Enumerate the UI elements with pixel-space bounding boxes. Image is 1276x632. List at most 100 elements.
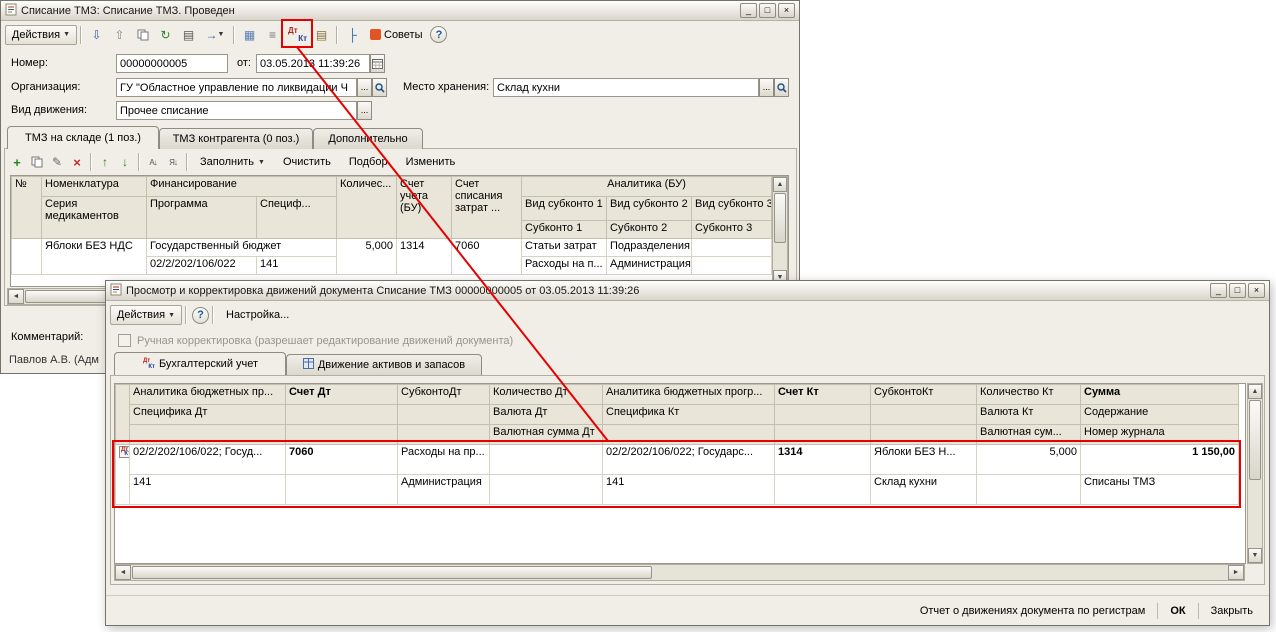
post-icon[interactable]: ⇩ [85,25,108,45]
cell-subkonto2[interactable]: Администрация [607,257,692,275]
print-icon[interactable]: ▤ [177,25,200,45]
vertical-scrollbar[interactable]: ▲ ▼ [772,176,788,286]
cell[interactable] [977,475,1081,505]
actions-button[interactable]: Действия▼ [5,25,77,45]
pick-button[interactable]: Подбор [340,152,397,172]
report-button[interactable]: Отчет о движениях документа по регистрам [912,601,1154,621]
cell-subkonto-type1[interactable]: Статьи затрат [522,239,607,257]
tab-tmz-counterparty[interactable]: ТМЗ контрагента (0 поз.) [159,128,313,149]
copy-icon[interactable] [131,25,154,45]
cell-quantity-kt[interactable]: 5,000 [977,445,1081,475]
cell-subkonto-dt2[interactable]: Администрация [398,475,490,505]
scroll-up-icon[interactable]: ▲ [1248,384,1262,399]
storage-input[interactable]: Склад кухни [493,78,759,97]
go-icon[interactable]: →▼ [200,25,230,45]
organization-select-button[interactable]: ... [357,78,372,97]
tab-accounting[interactable]: ДтКт Бухгалтерский учет [114,352,286,375]
scroll-up-icon[interactable]: ▲ [773,177,787,192]
copy-row-icon[interactable] [27,152,47,172]
unpost-icon[interactable]: ⇧ [108,25,131,45]
cell[interactable] [286,475,398,505]
cell-sum[interactable]: 1 150,00 [1081,445,1239,475]
calendar-button[interactable] [370,54,385,73]
movement-kind-input[interactable]: Прочее списание [116,101,357,120]
row-selector[interactable]: 1 [12,239,42,275]
cell-quantity-dt[interactable] [490,445,603,475]
settings-button[interactable]: Настройка... [217,305,298,325]
clear-button[interactable]: Очистить [274,152,340,172]
refresh-icon[interactable]: ↻ [154,25,177,45]
fill-button[interactable]: Заполнить▼ [191,152,274,172]
scroll-left-icon[interactable]: ◄ [8,289,24,304]
cell-nomenclature[interactable]: Яблоки БЕЗ НДС [42,239,147,275]
scroll-right-icon[interactable]: ► [1228,565,1244,580]
cell-subkonto1[interactable]: Расходы на п... [522,257,607,275]
cell-subkonto-dt[interactable]: Расходы на пр... [398,445,490,475]
help-icon[interactable]: ? [430,26,447,43]
cell-analytics-dt[interactable]: 02/2/202/106/022; Госуд... [130,445,286,475]
cell-subkonto-type3[interactable] [692,239,772,257]
minimize-button[interactable]: _ [740,3,757,18]
vertical-scrollbar[interactable]: ▲ ▼ [1247,383,1263,564]
scroll-left-icon[interactable]: ◄ [115,565,131,580]
advice-button[interactable]: Советы [364,25,428,45]
close-button[interactable]: × [778,3,795,18]
sort-desc-icon[interactable]: Я↓ [163,152,183,172]
maximize-button[interactable]: □ [759,3,776,18]
cell-subkonto3[interactable] [692,257,772,275]
edit-row-icon[interactable]: ✎ [47,152,67,172]
cell-subkonto-kt[interactable]: Яблоки БЕЗ Н... [871,445,977,475]
cell[interactable] [775,475,871,505]
move-up-icon[interactable]: ↑ [95,152,115,172]
cell-quantity[interactable]: 5,000 [337,239,397,275]
cell-subkonto-kt2[interactable]: Склад кухни [871,475,977,505]
sort-asc-icon[interactable]: А↓ [143,152,163,172]
cell-account-dt[interactable]: 7060 [286,445,398,475]
main-titlebar[interactable]: Списание ТМЗ: Списание ТМЗ. Проведен _ □… [1,1,799,21]
storage-select-button[interactable]: ... [759,78,774,97]
cell-writeoff-account[interactable]: 7060 [452,239,522,275]
movement-kind-select-button[interactable]: ... [357,101,372,120]
number-input[interactable]: 00000000005 [116,54,228,73]
structure-icon[interactable]: ▦ [238,25,261,45]
minimize-button[interactable]: _ [1210,283,1227,298]
organization-open-icon[interactable] [372,78,387,97]
cell-specifics[interactable]: 141 [257,257,337,275]
move-down-icon[interactable]: ↓ [115,152,135,172]
cell-content[interactable]: Списаны ТМЗ [1081,475,1239,505]
storage-open-icon[interactable] [774,78,789,97]
tab-additional[interactable]: Дополнительно [313,128,423,149]
cell-subkonto-type2[interactable]: Подразделения [607,239,692,257]
date-input[interactable]: 03.05.2013 11:39:26 [256,54,370,73]
delete-row-icon[interactable]: × [67,152,87,172]
cell-program[interactable]: 02/2/202/106/022 [147,257,257,275]
subordination-icon[interactable]: ├ [341,25,364,45]
cell-analytics-kt[interactable]: 02/2/202/106/022; Государс... [603,445,775,475]
change-button[interactable]: Изменить [397,152,465,172]
cell-specifics-dt[interactable]: 141 [130,475,286,505]
cell[interactable] [490,475,603,505]
cell-account-kt[interactable]: 1314 [775,445,871,475]
movements-grid-area: Аналитика бюджетных пр... Счет Дт Субкон… [114,383,1246,564]
ok-button[interactable]: ОК [1162,601,1193,621]
help-icon[interactable]: ? [192,307,209,324]
tab-asset-movement[interactable]: Движение активов и запасов [286,354,482,375]
dtkt-button[interactable]: ДтКт [284,25,310,45]
actions-button[interactable]: Действия▼ [110,305,182,325]
tab-tmz-warehouse[interactable]: ТМЗ на складе (1 поз.) [7,126,159,149]
cell-financing[interactable]: Государственный бюджет [147,239,337,257]
maximize-button[interactable]: □ [1229,283,1246,298]
add-row-icon[interactable]: + [7,152,27,172]
close-button[interactable]: × [1248,283,1265,298]
movements-titlebar[interactable]: Просмотр и корректировка движений докуме… [106,281,1269,301]
cell-account[interactable]: 1314 [397,239,452,275]
organization-input[interactable]: ГУ "Областное управление по ликвидации Ч [116,78,357,97]
horizontal-scrollbar[interactable]: ◄ ► [114,564,1245,581]
scroll-down-icon[interactable]: ▼ [1248,548,1262,563]
row-marker[interactable]: ДтКт [116,445,130,505]
cell-specifics-kt[interactable]: 141 [603,475,775,505]
close-button[interactable]: Закрыть [1203,601,1261,621]
list-settings-icon[interactable]: ≡ [261,25,284,45]
journal-icon[interactable]: ▤ [310,25,333,45]
main-toolbar: Действия▼ ⇩ ⇧ ↻ ▤ →▼ ▦ ≡ ДтКт ▤ ├ [1,22,799,47]
